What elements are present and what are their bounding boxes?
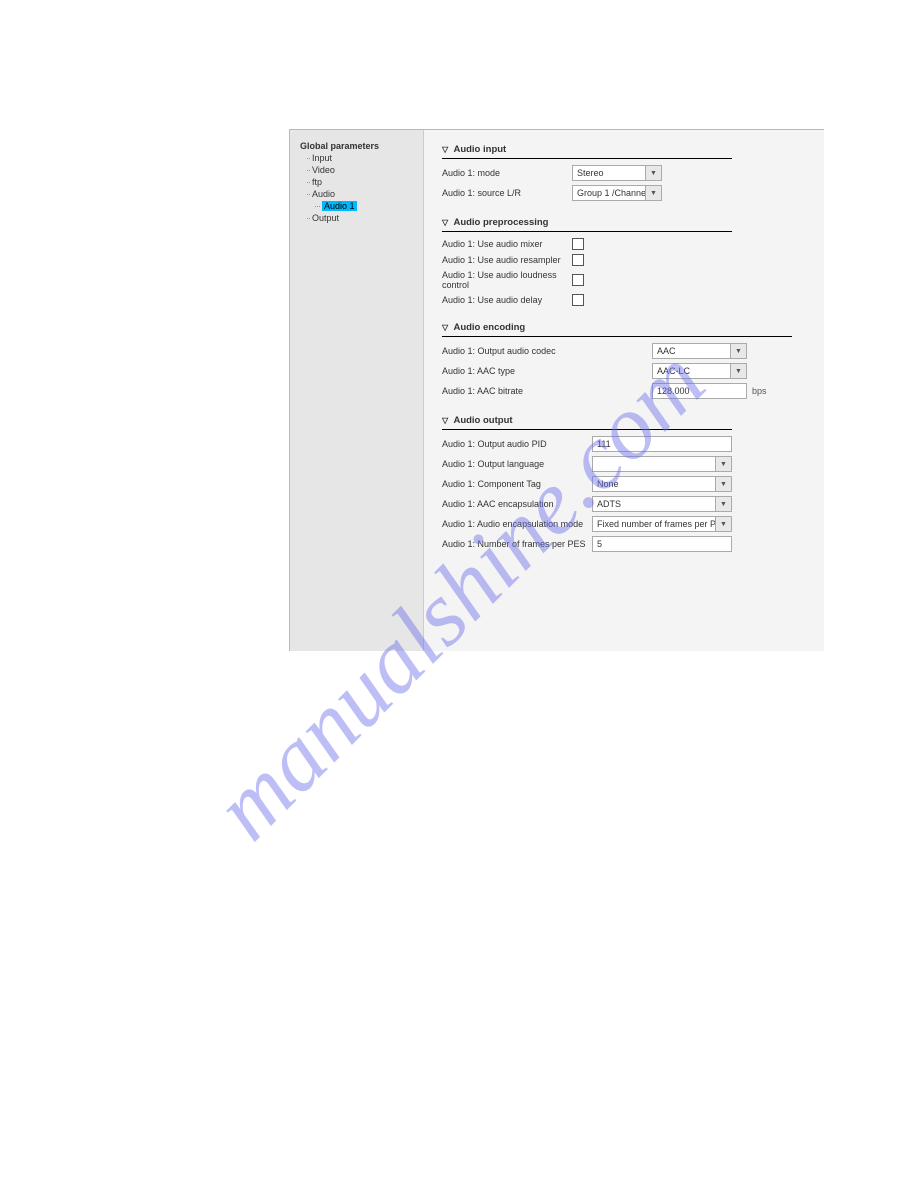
label-resampler: Audio 1: Use audio resampler [442, 255, 572, 265]
row-mixer: Audio 1: Use audio mixer [442, 238, 816, 250]
select-encap-value: ADTS [593, 499, 715, 509]
dropdown-arrow-icon: ▼ [715, 517, 731, 531]
row-lang: Audio 1: Output language ▼ [442, 456, 816, 472]
tree-item-audio1[interactable]: Audio 1 [296, 200, 417, 212]
dropdown-arrow-icon: ▼ [645, 166, 661, 180]
row-resampler: Audio 1: Use audio resampler [442, 254, 816, 266]
dropdown-arrow-icon: ▼ [645, 186, 661, 200]
row-mode: Audio 1: mode Stereo ▼ [442, 165, 816, 181]
checkbox-resampler[interactable] [572, 254, 584, 266]
label-codec: Audio 1: Output audio codec [442, 346, 652, 356]
row-codec: Audio 1: Output audio codec AAC ▼ [442, 343, 816, 359]
row-source: Audio 1: source L/R Group 1 /Channel 1 ▼ [442, 185, 816, 201]
select-codec-value: AAC [653, 346, 730, 356]
input-bitrate[interactable]: 128.000 [652, 383, 747, 399]
dropdown-arrow-icon: ▼ [730, 344, 746, 358]
label-delay: Audio 1: Use audio delay [442, 295, 572, 305]
input-pid[interactable]: 111 [592, 436, 732, 452]
select-encap[interactable]: ADTS ▼ [592, 496, 732, 512]
select-aactype-value: AAC-LC [653, 366, 730, 376]
tree-item-ftp[interactable]: ftp [296, 176, 417, 188]
tree-item-output[interactable]: Output [296, 212, 417, 224]
select-codec[interactable]: AAC ▼ [652, 343, 747, 359]
dropdown-arrow-icon: ▼ [730, 364, 746, 378]
input-bitrate-value: 128.000 [657, 386, 690, 396]
row-delay: Audio 1: Use audio delay [442, 294, 816, 306]
row-nframes: Audio 1: Number of frames per PES 5 [442, 536, 816, 552]
collapse-icon: ▽ [442, 416, 448, 425]
section-audio-preproc: ▽ Audio preprocessing Audio 1: Use audio… [442, 217, 816, 306]
input-nframes-value: 5 [597, 539, 602, 549]
section-audio-output: ▽ Audio output Audio 1: Output audio PID… [442, 415, 816, 552]
input-nframes[interactable]: 5 [592, 536, 732, 552]
collapse-icon: ▽ [442, 218, 448, 227]
main-content: ▽ Audio input Audio 1: mode Stereo ▼ Aud… [424, 130, 824, 651]
row-encap: Audio 1: AAC encapsulation ADTS ▼ [442, 496, 816, 512]
label-loudness: Audio 1: Use audio loudness control [442, 270, 572, 290]
section-title: Audio encoding [453, 322, 525, 333]
select-encmode-value: Fixed number of frames per PES [593, 519, 715, 529]
tree-item-audio1-label: Audio 1 [322, 201, 357, 211]
row-bitrate: Audio 1: AAC bitrate 128.000 bps [442, 383, 816, 399]
section-header-audio-input[interactable]: ▽ Audio input [442, 144, 732, 159]
label-mode: Audio 1: mode [442, 168, 572, 178]
label-lang: Audio 1: Output language [442, 459, 592, 469]
label-encmode: Audio 1: Audio encapsulation mode [442, 519, 592, 529]
checkbox-mixer[interactable] [572, 238, 584, 250]
row-aactype: Audio 1: AAC type AAC-LC ▼ [442, 363, 816, 379]
tree-item-audio[interactable]: Audio [296, 188, 417, 200]
page: Global parameters Input Video ftp Audio … [0, 0, 918, 1188]
select-lang[interactable]: ▼ [592, 456, 732, 472]
section-header-audio-encoding[interactable]: ▽ Audio encoding [442, 322, 792, 337]
section-audio-input: ▽ Audio input Audio 1: mode Stereo ▼ Aud… [442, 144, 816, 201]
label-mixer: Audio 1: Use audio mixer [442, 239, 572, 249]
section-header-audio-preproc[interactable]: ▽ Audio preprocessing [442, 217, 732, 232]
dropdown-arrow-icon: ▼ [715, 457, 731, 471]
section-title: Audio output [453, 415, 512, 426]
dropdown-arrow-icon: ▼ [715, 477, 731, 491]
label-source: Audio 1: source L/R [442, 188, 572, 198]
tree-item-video[interactable]: Video [296, 164, 417, 176]
select-aactype[interactable]: AAC-LC ▼ [652, 363, 747, 379]
select-comp-value: None [593, 479, 715, 489]
label-aactype: Audio 1: AAC type [442, 366, 652, 376]
checkbox-loudness[interactable] [572, 274, 584, 286]
collapse-icon: ▽ [442, 323, 448, 332]
select-comp[interactable]: None ▼ [592, 476, 732, 492]
section-title: Audio preprocessing [453, 217, 548, 228]
unit-bitrate: bps [752, 386, 767, 396]
input-pid-value: 111 [597, 439, 611, 449]
label-comp: Audio 1: Component Tag [442, 479, 592, 489]
select-mode[interactable]: Stereo ▼ [572, 165, 662, 181]
label-nframes: Audio 1: Number of frames per PES [442, 539, 592, 549]
select-source-value: Group 1 /Channel 1 [573, 188, 645, 198]
select-mode-value: Stereo [573, 168, 645, 178]
row-comp: Audio 1: Component Tag None ▼ [442, 476, 816, 492]
section-audio-encoding: ▽ Audio encoding Audio 1: Output audio c… [442, 322, 816, 399]
tree-root[interactable]: Global parameters [296, 140, 417, 152]
collapse-icon: ▽ [442, 145, 448, 154]
label-encap: Audio 1: AAC encapsulation [442, 499, 592, 509]
label-bitrate: Audio 1: AAC bitrate [442, 386, 652, 396]
sidebar-tree: Global parameters Input Video ftp Audio … [290, 130, 424, 651]
row-loudness: Audio 1: Use audio loudness control [442, 270, 816, 290]
select-source[interactable]: Group 1 /Channel 1 ▼ [572, 185, 662, 201]
label-pid: Audio 1: Output audio PID [442, 439, 592, 449]
select-encmode[interactable]: Fixed number of frames per PES ▼ [592, 516, 732, 532]
tree-item-input[interactable]: Input [296, 152, 417, 164]
checkbox-delay[interactable] [572, 294, 584, 306]
section-title: Audio input [453, 144, 506, 155]
row-pid: Audio 1: Output audio PID 111 [442, 436, 816, 452]
section-header-audio-output[interactable]: ▽ Audio output [442, 415, 732, 430]
dropdown-arrow-icon: ▼ [715, 497, 731, 511]
row-encmode: Audio 1: Audio encapsulation mode Fixed … [442, 516, 816, 532]
settings-panel: Global parameters Input Video ftp Audio … [289, 129, 824, 651]
